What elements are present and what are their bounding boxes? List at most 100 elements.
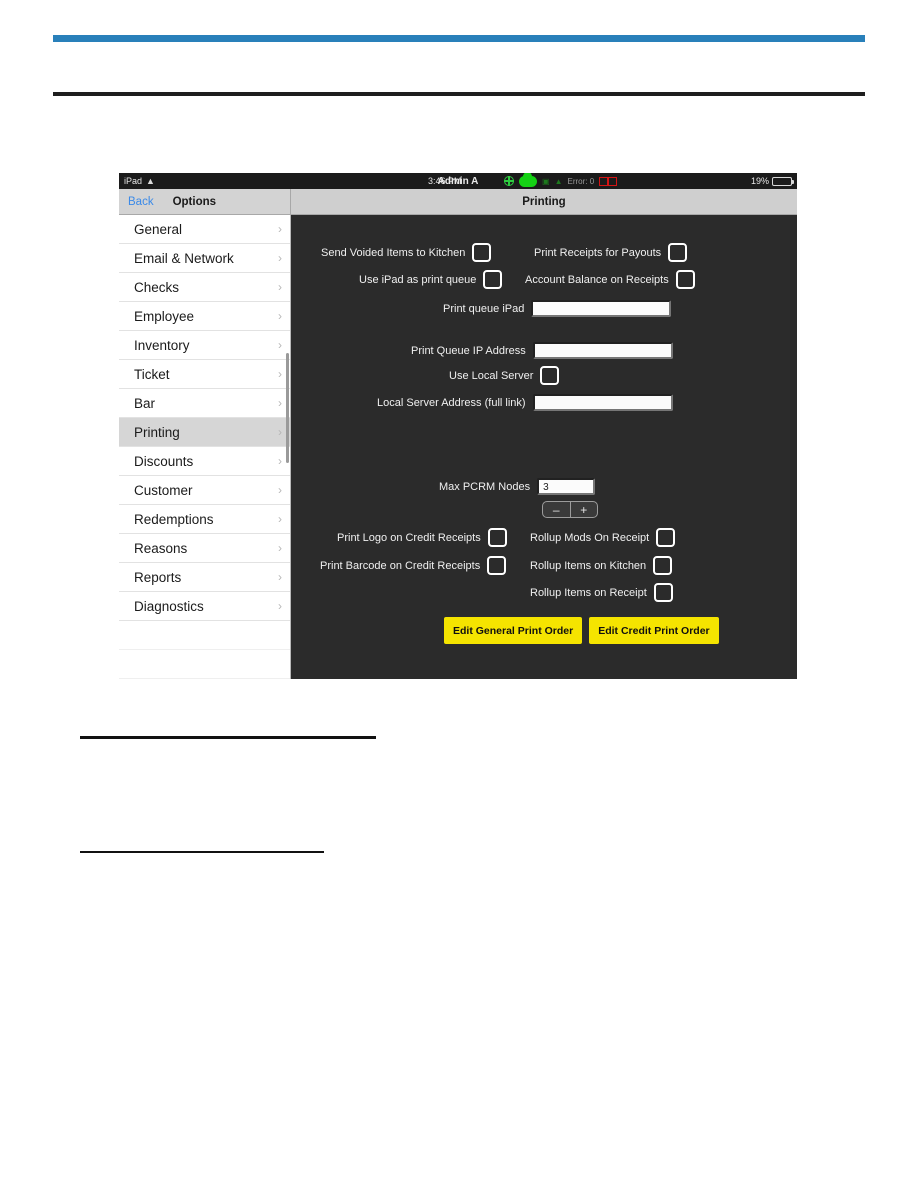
sidebar-item-label: Reasons [134,540,188,556]
sidebar-item-email-network[interactable]: Email & Network › [119,244,290,273]
sidebar-item-label: Email & Network [134,250,234,266]
sidebar-item-reports[interactable]: Reports › [119,563,290,592]
print-queue-ip-address-input[interactable] [532,342,673,359]
field-label: Rollup Items on Receipt [530,586,647,599]
field-use-ipad-as-print-queue[interactable]: Use iPad as print queue [359,270,503,289]
page-header-rule-blue [53,35,865,42]
chevron-right-icon: › [278,454,282,468]
sidebar-item-inventory[interactable]: Inventory › [119,331,290,360]
alert-icon [599,176,618,186]
sidebar-item-reasons[interactable]: Reasons › [119,534,290,563]
sidebar-item-discounts[interactable]: Discounts › [119,447,290,476]
sidebar-item-general[interactable]: General › [119,215,290,244]
rollup-items-on-kitchen-checkbox[interactable] [653,556,673,575]
chevron-right-icon: › [278,512,282,526]
print-queue-ipad-input[interactable] [531,300,672,317]
back-button[interactable]: Back [128,196,154,208]
field-account-balance-on-receipts[interactable]: Account Balance on Receipts [525,270,695,289]
sidebar-item-printing[interactable]: Printing › [119,418,290,447]
page-header-rule-dark [53,92,865,96]
ios-status-bar: iPad ▲ Admin A 3:46 PM ▣ ▲ Error: 0 19% [119,173,797,189]
status-bar-indicators: ▣ ▲ Error: 0 [503,173,618,187]
sidebar-item-redemptions[interactable]: Redemptions › [119,505,290,534]
print-receipts-for-payouts-checkbox[interactable] [668,243,688,262]
page-body-rule-upper [80,736,376,739]
tablet-screenshot: iPad ▲ Admin A 3:46 PM ▣ ▲ Error: 0 19% … [119,173,797,679]
sidebar-item-checks[interactable]: Checks › [119,273,290,302]
sidebar-item-label: Customer [134,482,193,498]
field-max-pcrm-nodes[interactable]: Max PCRM Nodes [439,478,596,495]
field-label: Print queue iPad [443,302,525,315]
chevron-right-icon: › [278,570,282,584]
sidebar-item-label: Reports [134,569,182,585]
field-local-server-address[interactable]: Local Server Address (full link) [377,394,673,411]
tablet-body: General › Email & Network › Checks › Emp… [119,215,797,679]
sidebar-empty-row [119,621,290,650]
sidebar-item-bar[interactable]: Bar › [119,389,290,418]
chevron-right-icon: › [278,251,282,265]
field-rollup-items-on-receipt[interactable]: Rollup Items on Receipt [530,583,673,602]
field-label: Use iPad as print queue [359,273,477,286]
sidebar-item-label: Ticket [134,366,170,382]
field-label: Print Logo on Credit Receipts [337,531,481,544]
print-logo-on-credit-receipts-checkbox[interactable] [487,528,507,547]
navigation-bar: Back Options Printing [119,189,797,215]
stepper-control[interactable]: – + [542,501,598,518]
sidebar-item-customer[interactable]: Customer › [119,476,290,505]
field-rollup-mods-on-receipt[interactable]: Rollup Mods On Receipt [530,528,676,547]
edit-general-print-order-button[interactable]: Edit General Print Order [444,617,583,644]
chevron-right-icon: › [278,367,282,381]
status-bar-right: 19% [750,176,794,186]
sidebar-item-label: Printing [134,424,180,440]
field-send-voided-items-to-kitchen[interactable]: Send Voided Items to Kitchen [321,243,492,262]
printer-icon: ▣ [542,176,550,186]
print-barcode-on-credit-receipts-checkbox[interactable] [487,556,507,575]
chevron-right-icon: › [278,599,282,613]
field-label: Max PCRM Nodes [439,480,531,493]
field-print-logo-on-credit-receipts[interactable]: Print Logo on Credit Receipts [337,528,507,547]
chevron-right-icon: › [278,309,282,323]
rollup-items-on-receipt-checkbox[interactable] [653,583,673,602]
chevron-right-icon: › [278,222,282,236]
send-voided-items-to-kitchen-checkbox[interactable] [472,243,492,262]
print-order-button-group: Edit General Print Order Edit Credit Pri… [444,617,719,644]
printing-settings-panel: Send Voided Items to Kitchen Print Recei… [291,215,797,679]
field-rollup-items-on-kitchen[interactable]: Rollup Items on Kitchen [530,556,673,575]
battery-percent-label: 19% [750,176,769,186]
use-ipad-as-print-queue-checkbox[interactable] [483,270,503,289]
cloud-sync-icon [519,173,537,187]
field-use-local-server[interactable]: Use Local Server [449,366,560,385]
field-print-queue-ipad[interactable]: Print queue iPad [443,300,672,317]
navigation-bar-right: Printing [291,189,797,214]
local-server-address-input[interactable] [532,394,673,411]
sidebar-item-label: Discounts [134,453,194,469]
chevron-right-icon: › [278,280,282,294]
field-print-receipts-for-payouts[interactable]: Print Receipts for Payouts [534,243,688,262]
use-local-server-checkbox[interactable] [540,366,560,385]
field-label: Print Queue IP Address [411,344,526,357]
account-balance-on-receipts-checkbox[interactable] [675,270,695,289]
sidebar-scrollbar[interactable] [286,353,289,463]
sidebar-item-employee[interactable]: Employee › [119,302,290,331]
field-print-barcode-on-credit-receipts[interactable]: Print Barcode on Credit Receipts [320,556,507,575]
field-print-queue-ip-address[interactable]: Print Queue IP Address [411,342,673,359]
sidebar-item-ticket[interactable]: Ticket › [119,360,290,389]
globe-icon [503,175,514,186]
page-title: Printing [522,195,566,208]
sidebar-item-label: Bar [134,395,156,411]
settings-sidebar: General › Email & Network › Checks › Emp… [119,215,291,679]
navigation-bar-left: Back Options [119,189,291,214]
sidebar-item-diagnostics[interactable]: Diagnostics › [119,592,290,621]
field-label: Print Receipts for Payouts [534,246,662,259]
rollup-mods-on-receipt-checkbox[interactable] [656,528,676,547]
edit-credit-print-order-button[interactable]: Edit Credit Print Order [589,617,719,644]
field-label: Rollup Items on Kitchen [530,559,647,572]
page-body-rule-lower [80,851,324,853]
max-pcrm-nodes-input[interactable] [537,478,596,495]
status-bar-clock: 3:46 PM [428,176,462,186]
stepper-minus-button[interactable]: – [543,502,570,517]
stepper-plus-button[interactable]: + [571,502,598,517]
signal-icon: ▲ [554,176,563,186]
max-pcrm-nodes-stepper[interactable]: – + [542,501,598,518]
options-title: Options [172,195,217,208]
